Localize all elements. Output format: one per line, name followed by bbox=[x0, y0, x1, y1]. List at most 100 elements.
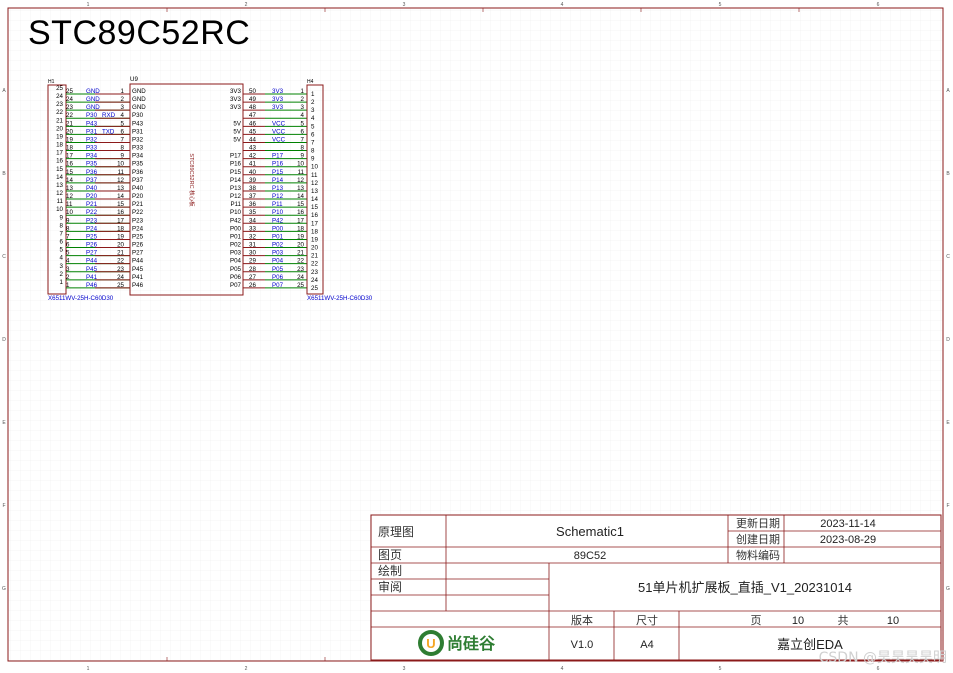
h4-outer-pin-number: 9 bbox=[311, 156, 315, 163]
h1-outer-pin-number: 15 bbox=[56, 166, 63, 173]
u9-right-net-label: P01 bbox=[272, 233, 284, 240]
h4-outer-pin-number: 14 bbox=[311, 196, 318, 203]
h4-inner-pin-number: 10 bbox=[297, 161, 304, 168]
u9-left-pin-number: 21 bbox=[117, 250, 124, 257]
h1-outer-pin-number: 19 bbox=[56, 133, 63, 140]
u9-left-pin-name: P37 bbox=[132, 177, 144, 184]
u9-left-pin-name: P35 bbox=[132, 161, 144, 168]
u9-right-pin-name: P05 bbox=[230, 266, 242, 273]
u9-right-pin-number: 39 bbox=[249, 177, 256, 184]
u9-right-pin-name: P13 bbox=[230, 185, 242, 192]
h4-inner-pin-number: 7 bbox=[301, 136, 305, 143]
u9-right-pin-name: 3V3 bbox=[230, 96, 242, 103]
ruler-right-label: G bbox=[946, 586, 950, 592]
u9-right-pin-number: 36 bbox=[249, 201, 256, 208]
h4-outer-pin-number: 18 bbox=[311, 228, 318, 235]
u9-left-pin-number: 14 bbox=[117, 193, 124, 200]
u9-left-pin-number: 15 bbox=[117, 201, 124, 208]
u9-right-pin-number: 41 bbox=[249, 161, 256, 168]
ruler-right-label: D bbox=[946, 337, 950, 343]
size-label: 尺寸 bbox=[636, 613, 658, 627]
u9-left-pin-name: P36 bbox=[132, 169, 144, 176]
logo-letter: U bbox=[426, 636, 435, 651]
u9-right-net-label: P12 bbox=[272, 193, 284, 200]
u9-right-net-label: 3V3 bbox=[272, 104, 284, 111]
page-num-label: 页 bbox=[751, 615, 762, 627]
u9-right-pin-number: 40 bbox=[249, 169, 256, 176]
u9-left-pin-number: 7 bbox=[121, 136, 125, 143]
u9-right-pin-name: P02 bbox=[230, 242, 242, 249]
h4-inner-pin-number: 17 bbox=[297, 217, 304, 224]
u9-left-pin-number: 1 bbox=[121, 88, 125, 95]
watermark: CSDN @昊昊昊昊明 bbox=[818, 650, 947, 666]
u9-right-pin-name: P42 bbox=[230, 217, 242, 224]
ruler-bottom-label: 4 bbox=[561, 666, 564, 672]
review-label: 审阅 bbox=[378, 579, 402, 594]
ruler-top-label: 5 bbox=[719, 2, 722, 8]
h1-outer-pin-number: 20 bbox=[56, 125, 63, 132]
u9-body-label: STC89C52RC 核心板 bbox=[188, 153, 196, 207]
u9-left-pin-name: GND bbox=[132, 96, 146, 103]
h4-outer-pin-number: 3 bbox=[311, 107, 315, 114]
logo-text: 尚硅谷 bbox=[447, 634, 496, 653]
u9-right-pin-number: 47 bbox=[249, 112, 256, 119]
h1-outer-pin-number: 11 bbox=[57, 198, 64, 205]
h4-inner-pin-number: 19 bbox=[297, 233, 304, 240]
u9-right-pin-number: 49 bbox=[249, 96, 256, 103]
updated-label: 更新日期 bbox=[736, 516, 780, 530]
u9-right-pin-number: 29 bbox=[249, 258, 256, 265]
u9-right-pin-number: 43 bbox=[249, 145, 256, 152]
u9-left-pin-number: 4 bbox=[121, 112, 125, 119]
ruler-top-label: 2 bbox=[245, 2, 248, 8]
h1-outer-pin-number: 23 bbox=[56, 101, 63, 108]
u9-left-pin-number: 11 bbox=[118, 169, 125, 176]
h4-inner-pin-number: 4 bbox=[301, 112, 305, 119]
total-value: 10 bbox=[887, 615, 899, 627]
u9-right-net-label: 3V3 bbox=[272, 96, 284, 103]
h4-inner-pin-number: 3 bbox=[301, 104, 305, 111]
project-value: 51单片机扩展板_直插_V1_20231014 bbox=[638, 580, 852, 595]
u9-designator: U9 bbox=[130, 76, 138, 83]
h4-inner-pin-number: 16 bbox=[297, 209, 304, 216]
u9-right-pin-number: 50 bbox=[249, 88, 256, 95]
u9-right-net-label: P02 bbox=[272, 242, 284, 249]
ruler-left-label: G bbox=[2, 586, 6, 592]
h4-inner-pin-number: 11 bbox=[298, 169, 305, 176]
h1-outer-pin-number: 9 bbox=[60, 214, 64, 221]
ruler-right-label: C bbox=[946, 254, 950, 260]
h4-outer-pin-number: 23 bbox=[311, 269, 318, 276]
total-label: 共 bbox=[838, 614, 849, 627]
ruler-left-label: D bbox=[2, 337, 6, 343]
h4-inner-pin-number: 21 bbox=[297, 250, 304, 257]
u9-left-pin-number: 18 bbox=[117, 225, 124, 232]
u9-left-pin-number: 16 bbox=[117, 209, 124, 216]
page-num-value: 10 bbox=[792, 615, 804, 627]
h4-footprint: X6511WV-25H-C60D30 bbox=[307, 295, 373, 302]
h4-outer-pin-number: 4 bbox=[311, 115, 315, 122]
ruler-top-label: 4 bbox=[561, 2, 564, 8]
h1-outer-pin-number: 16 bbox=[56, 158, 63, 165]
h4-inner-pin-number: 9 bbox=[301, 153, 305, 160]
u9-right-pin-name: P06 bbox=[230, 274, 242, 281]
h4-inner-pin-number: 22 bbox=[297, 258, 304, 265]
u9-right-pin-number: 45 bbox=[249, 128, 256, 135]
u9-left-pin-number: 12 bbox=[117, 177, 124, 184]
h4-designator: H4 bbox=[307, 79, 314, 85]
u9-right-pin-number: 30 bbox=[249, 250, 256, 257]
h1-outer-pin-number: 6 bbox=[60, 239, 64, 246]
ruler-bottom-label: 1 bbox=[87, 666, 90, 672]
u9-right-pin-name: P12 bbox=[230, 193, 242, 200]
u9-left-pin-number: 6 bbox=[121, 128, 125, 135]
version-value: V1.0 bbox=[571, 639, 594, 651]
h4-outer-pin-number: 16 bbox=[311, 212, 318, 219]
h1-outer-pin-number: 13 bbox=[56, 182, 63, 189]
u9-left-pin-number: 17 bbox=[117, 217, 124, 224]
u9-right-pin-name: P00 bbox=[230, 225, 242, 232]
h1-outer-pin-number: 17 bbox=[56, 150, 63, 157]
u9-right-pin-name: P04 bbox=[230, 258, 242, 265]
ruler-top-label: 1 bbox=[87, 2, 90, 8]
h1-outer-pin-number: 22 bbox=[56, 109, 63, 116]
h4-inner-pin-number: 6 bbox=[301, 128, 305, 135]
h4-outer-pin-number: 5 bbox=[311, 123, 315, 130]
u9-right-net-label: P05 bbox=[272, 266, 284, 273]
